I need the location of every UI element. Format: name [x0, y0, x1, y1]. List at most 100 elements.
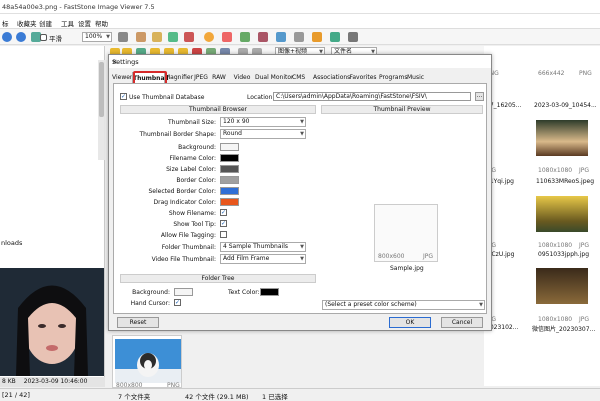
- slideshow-icon[interactable]: [312, 32, 322, 42]
- tab-favorites[interactable]: Favorites: [349, 72, 377, 83]
- show-filename-checkbox[interactable]: ✓: [220, 209, 227, 216]
- save-icon[interactable]: [258, 32, 268, 42]
- filename-color-label: Filename Color:: [169, 155, 216, 162]
- compare-icon[interactable]: [348, 32, 358, 42]
- location-input[interactable]: C:\Users\admin\AppData\Roaming\FastStone…: [273, 92, 471, 101]
- menu-item-help[interactable]: 帮助: [95, 18, 108, 28]
- tab-viewer[interactable]: Viewer: [112, 72, 132, 83]
- preview-file-size: 8 KB: [2, 378, 16, 385]
- thumb-type-label: JPG: [579, 316, 590, 323]
- close-icon[interactable]: ✕: [112, 58, 487, 66]
- show-tooltip-checkbox[interactable]: ✓: [220, 220, 227, 227]
- tab-cms[interactable]: CMS: [292, 72, 305, 83]
- hand-cursor-checkbox[interactable]: ✓: [174, 299, 181, 306]
- thumbnail-tab-content: ✓ Use Thumbnail Database Location: C:\Us…: [113, 83, 487, 314]
- reset-button[interactable]: Reset: [117, 317, 159, 328]
- color-icon[interactable]: [184, 32, 194, 42]
- smooth-label: 平滑: [49, 35, 62, 43]
- folder-tree-scrollbar[interactable]: [98, 60, 105, 160]
- thumb-type-label: JPG: [579, 242, 590, 249]
- rotate-icon[interactable]: [136, 32, 146, 42]
- border-shape-select[interactable]: Round: [220, 129, 306, 139]
- thumbnail-dog[interactable]: 800x800 PNG: [112, 335, 182, 389]
- thumb-dim-label: 666x442: [538, 70, 565, 77]
- preset-color-scheme-select[interactable]: (Select a preset color scheme): [322, 300, 485, 310]
- use-db-checkbox[interactable]: ✓: [120, 93, 127, 100]
- dog-photo: [115, 339, 181, 383]
- thumbnail-4[interactable]: [536, 268, 588, 304]
- tab-music[interactable]: Music: [407, 72, 424, 83]
- thumbnail-size-select[interactable]: 120 x 90: [220, 117, 306, 127]
- sample-size-label: 800x600: [378, 253, 405, 260]
- thumb-dim-label: 1080x1080: [538, 316, 573, 323]
- video-thumbnail-select[interactable]: Add Film Frame: [220, 254, 306, 264]
- allow-tagging-label: Allow File Tagging:: [160, 232, 216, 239]
- image-preview: [0, 268, 104, 376]
- thumb-dim-label: 1080x1080: [538, 242, 573, 249]
- border-color-label: Border Color:: [176, 177, 216, 184]
- drag-indicator-color-swatch[interactable]: [220, 198, 239, 206]
- tab-associations[interactable]: Associations: [313, 72, 350, 83]
- location-label: Location:: [247, 94, 275, 101]
- tab-video[interactable]: Video: [233, 72, 251, 83]
- zoom-select[interactable]: 100%: [82, 32, 112, 42]
- background-color-swatch[interactable]: [220, 143, 239, 151]
- show-filename-label: Show Filename:: [168, 210, 216, 217]
- zoom-in-icon[interactable]: [2, 32, 12, 42]
- print-icon[interactable]: [276, 32, 286, 42]
- tab-dual-monitor[interactable]: Dual Monitor: [255, 72, 293, 83]
- sample-type-label: JPG: [423, 253, 434, 260]
- thumbnail-3[interactable]: [536, 196, 588, 232]
- draw-icon[interactable]: [240, 32, 250, 42]
- menu-item-settings[interactable]: 设置: [78, 18, 91, 28]
- scrollbar-thumb[interactable]: [99, 62, 104, 117]
- preview-info-bar: 8 KB 2023-03-09 10:46:00: [0, 377, 105, 387]
- thumbnail-grid: PNG 07_16205... JPG 01Yqi.jpg JPG 0lCzU.…: [484, 46, 600, 386]
- tree-background-swatch[interactable]: [174, 288, 193, 296]
- tab-raw[interactable]: RAW: [212, 72, 226, 83]
- cancel-button[interactable]: Cancel: [441, 317, 483, 328]
- resize-icon[interactable]: [168, 32, 178, 42]
- selected-border-color-swatch[interactable]: [220, 187, 239, 195]
- thumb-filename: 微信图片_20230307...: [532, 326, 596, 333]
- settings-dialog: Settings ✕ Viewer Thumbnail Magnifier JP…: [108, 54, 492, 331]
- text-color-label: Text Color:: [228, 289, 260, 296]
- filename-color-swatch[interactable]: [220, 154, 239, 162]
- text-color-swatch[interactable]: [260, 288, 279, 296]
- main-toolbar: 平滑 100%: [0, 29, 600, 45]
- smooth-checkbox[interactable]: [40, 34, 47, 41]
- sample-filename: Sample.jpg: [390, 265, 424, 272]
- thumbnail-browser-header: Thumbnail Browser: [120, 105, 316, 114]
- zoom-out-icon[interactable]: [16, 32, 26, 42]
- menu-item-create[interactable]: 创建: [39, 18, 52, 28]
- menu-item-tools[interactable]: 工具: [61, 18, 74, 28]
- thumbnail-2[interactable]: [536, 120, 588, 156]
- size-label-color-label: Size Label Color:: [166, 166, 216, 173]
- border-shape-label: Thumbnail Border Shape:: [139, 131, 216, 138]
- red-eye-icon[interactable]: [222, 32, 232, 42]
- tab-jpeg[interactable]: JPEG: [193, 72, 209, 83]
- thumb-filename: 110633MReoS.jpeg: [536, 178, 595, 185]
- effects-icon[interactable]: [204, 32, 214, 42]
- ok-button[interactable]: OK: [389, 317, 431, 328]
- thumb-type-label: JPG: [579, 167, 590, 174]
- menu-item-image[interactable]: 标: [2, 18, 9, 28]
- folder-downloads[interactable]: nloads: [1, 239, 22, 247]
- wallpaper-icon[interactable]: [330, 32, 340, 42]
- folder-tree-header: Folder Tree: [120, 274, 316, 283]
- show-tooltip-label: Show Tool Tip:: [173, 221, 216, 228]
- portrait-photo: [0, 268, 104, 376]
- allow-tagging-checkbox[interactable]: [220, 231, 227, 238]
- browse-button[interactable]: ...: [475, 92, 484, 101]
- tab-magnifier[interactable]: Magnifier: [165, 72, 193, 83]
- crop-icon[interactable]: [152, 32, 162, 42]
- tab-programs[interactable]: Programs: [379, 72, 407, 83]
- size-label-color-swatch[interactable]: [220, 165, 239, 173]
- email-icon[interactable]: [294, 32, 304, 42]
- drag-indicator-color-label: Drag Indicator Color:: [153, 199, 216, 206]
- hand-tool-icon[interactable]: [118, 32, 128, 42]
- folder-thumbnail-select[interactable]: 4 Sample Thumbnails: [220, 242, 306, 252]
- border-color-swatch[interactable]: [220, 176, 239, 184]
- preview-date: 2023-03-09 10:46:00: [23, 378, 88, 385]
- menu-item-favorites[interactable]: 收藏夹: [17, 18, 37, 28]
